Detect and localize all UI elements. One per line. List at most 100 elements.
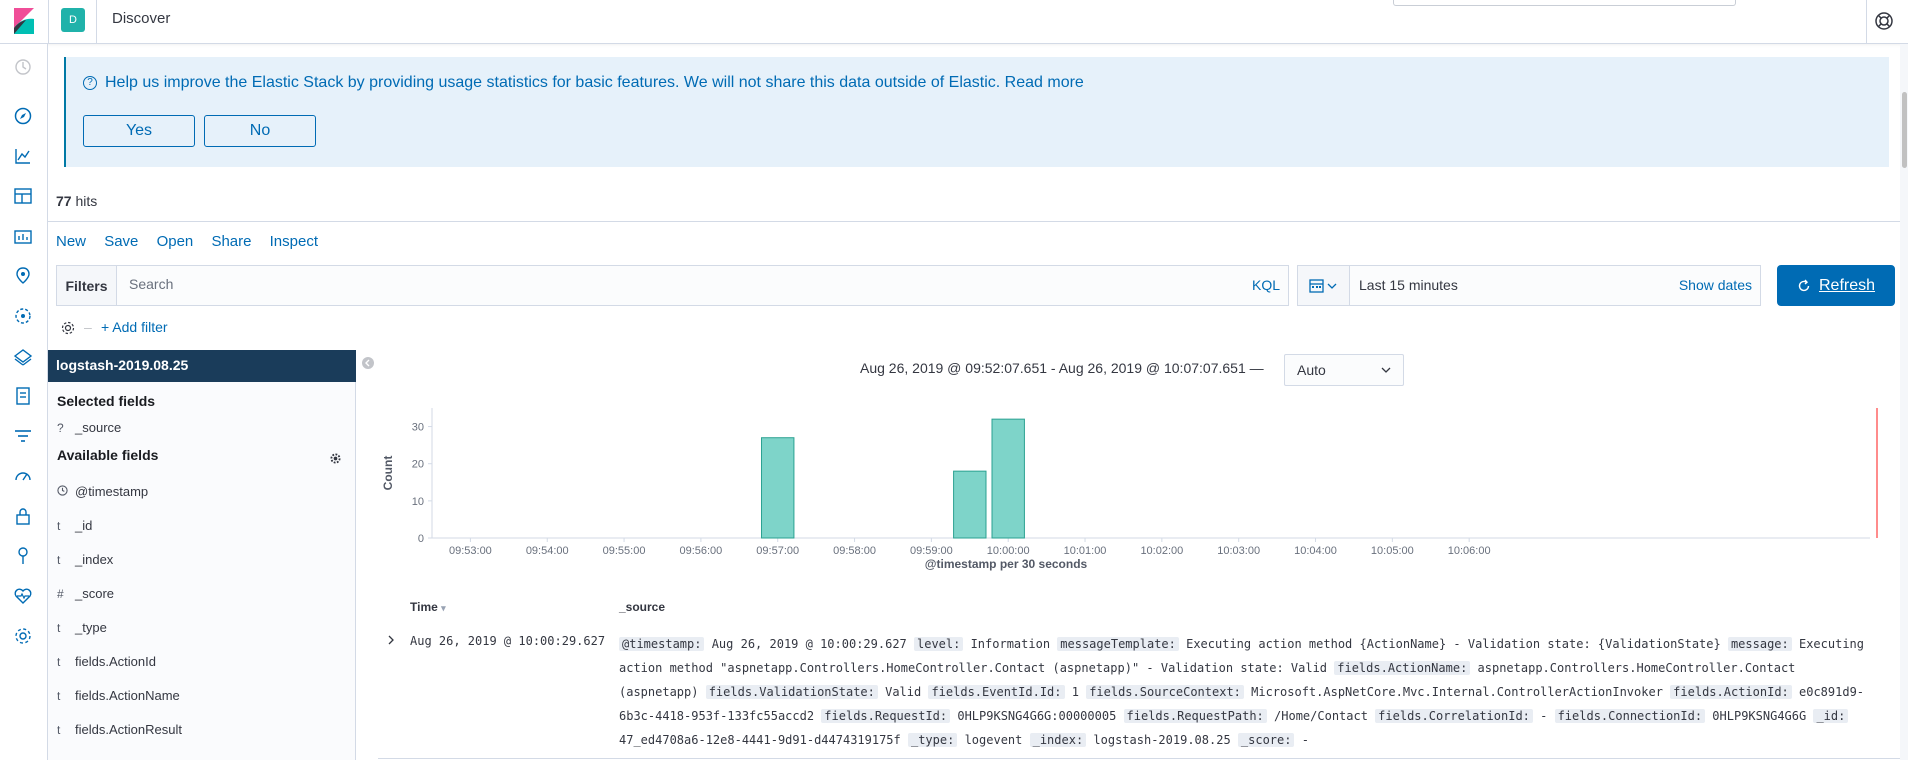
field-item[interactable]: t fields.ActionId: [57, 654, 156, 669]
x-tick-label: 10:03:00: [1217, 545, 1260, 557]
filter-settings-gear-icon[interactable]: [60, 320, 76, 336]
source-key: fields.ActionId:: [1670, 685, 1792, 699]
question-icon: ?: [83, 76, 97, 90]
kibana-logo-icon[interactable]: [12, 8, 36, 34]
space-avatar[interactable]: D: [61, 8, 85, 32]
help-icon[interactable]: [1872, 9, 1896, 33]
x-tick-label: 10:02:00: [1140, 545, 1183, 557]
x-tick-label: 10:05:00: [1371, 545, 1414, 557]
source-key: messageTemplate:: [1057, 637, 1179, 651]
kql-toggle[interactable]: KQL: [1252, 277, 1280, 293]
source-key: _score:: [1237, 733, 1295, 747]
quick-menu-button[interactable]: [1298, 266, 1350, 305]
maps-icon[interactable]: [13, 266, 33, 286]
header-divider: [1866, 0, 1867, 44]
menu-open[interactable]: Open: [157, 233, 194, 250]
source-value: /Home/Contact: [1266, 709, 1376, 723]
scrollbar-thumb[interactable]: [1902, 92, 1907, 168]
source-key: level:: [914, 637, 964, 651]
uptime-icon[interactable]: [13, 466, 33, 486]
source-value: 0HLP9KSNG4G6G:00000005: [950, 709, 1124, 723]
sort-icon[interactable]: ▾: [441, 603, 446, 613]
row-timestamp: Aug 26, 2019 @ 10:00:29.627: [410, 634, 606, 648]
y-tick-label: 10: [412, 496, 424, 508]
x-tick-label: 10:01:00: [1064, 545, 1107, 557]
field-item[interactable]: t fields.ActionName: [57, 688, 180, 703]
query-bar: Filters KQL: [56, 265, 1289, 306]
y-tick-label: 30: [412, 422, 424, 434]
refresh-icon: [1798, 279, 1810, 291]
field-item[interactable]: t _id: [57, 518, 92, 533]
source-value: Microsoft.AspNetCore.Mvc.Internal.Contro…: [1243, 685, 1671, 699]
source-value: logevent: [957, 733, 1030, 747]
field-item[interactable]: ? _source: [57, 420, 121, 435]
visualize-icon[interactable]: [13, 146, 33, 166]
menu-new[interactable]: New: [56, 233, 86, 250]
x-tick-label: 09:57:00: [756, 545, 799, 557]
machine-learning-icon[interactable]: [13, 306, 33, 326]
source-value: Information: [963, 637, 1058, 651]
infrastructure-icon[interactable]: [13, 346, 33, 366]
no-button[interactable]: No: [204, 115, 316, 147]
histogram-bar: [953, 470, 987, 539]
histogram-chart: 0 10 20 30 09:53:00 09:54:00 09:55:00 09:56:00 0…: [381, 408, 1878, 571]
histogram-bar: [761, 437, 795, 539]
field-item[interactable]: @timestamp: [57, 484, 148, 499]
hits-row: 77 hits: [48, 182, 1900, 222]
interval-select[interactable]: Auto: [1284, 354, 1404, 386]
field-item[interactable]: t fields.ActionResult: [57, 722, 182, 737]
field-settings-gear-icon[interactable]: [330, 453, 341, 464]
refresh-button[interactable]: Refresh: [1777, 265, 1895, 306]
field-item[interactable]: # _score: [57, 586, 114, 601]
source-key: fields.ValidationState:: [705, 685, 878, 699]
y-tick-label: 20: [412, 459, 424, 471]
field-item[interactable]: t _index: [57, 552, 113, 567]
yes-button[interactable]: Yes: [83, 115, 195, 147]
menu-save[interactable]: Save: [104, 233, 138, 250]
logs-icon[interactable]: [13, 386, 33, 406]
dev-tools-icon[interactable]: [13, 546, 33, 566]
doc-table-header: Time ▾ _source: [378, 592, 1900, 622]
x-tick-label: 09:59:00: [910, 545, 953, 557]
add-filter-button[interactable]: + Add filter: [101, 319, 168, 335]
column-time[interactable]: Time ▾: [410, 600, 446, 614]
field-item[interactable]: t _type: [57, 620, 107, 635]
row-source: @timestamp: Aug 26, 2019 @ 10:00:29.627 …: [619, 632, 1873, 752]
date-range-label[interactable]: Last 15 minutes: [1359, 277, 1458, 293]
canvas-icon[interactable]: [13, 226, 33, 246]
x-tick-label: 09:56:00: [679, 545, 722, 557]
x-tick-label: 09:58:00: [833, 545, 876, 557]
search-input[interactable]: [129, 276, 1189, 292]
source-value: -: [1294, 733, 1309, 747]
selected-fields-title: Selected fields: [57, 393, 156, 409]
siem-lock-icon[interactable]: [13, 506, 33, 526]
chevron-down-icon: [1381, 367, 1391, 373]
discover-icon[interactable]: [13, 106, 33, 126]
x-tick-label: 10:04:00: [1294, 545, 1337, 557]
menu-inspect[interactable]: Inspect: [270, 233, 318, 250]
filters-label: Filters: [57, 266, 117, 305]
collapse-sidebar-icon[interactable]: [362, 357, 374, 369]
callout-title: ? Help us improve the Elastic Stack by pr…: [83, 74, 1084, 92]
expand-row-icon[interactable]: [386, 634, 396, 646]
histogram-bar: [991, 418, 1025, 539]
source-value: Executing action method {ActionName} - V…: [1178, 637, 1728, 651]
calendar-icon: [1308, 278, 1336, 293]
top-menu: New Save Open Share Inspect: [56, 233, 332, 250]
x-axis-title: @timestamp per 30 seconds: [925, 557, 1088, 571]
x-tick-label: 09:53:00: [449, 545, 492, 557]
management-gear-icon[interactable]: [13, 626, 33, 646]
header-divider: [96, 0, 97, 44]
source-key: fields.RequestPath:: [1123, 709, 1267, 723]
show-dates-link[interactable]: Show dates: [1679, 277, 1752, 293]
page-scrollbar[interactable]: [1900, 44, 1908, 760]
side-nav: [0, 44, 48, 760]
apm-icon[interactable]: [13, 426, 33, 446]
index-pattern-title[interactable]: logstash-2019.08.25: [48, 350, 356, 382]
dashboard-icon[interactable]: [13, 186, 33, 206]
breadcrumb: Discover: [112, 10, 171, 27]
field-sidebar: logstash-2019.08.25 Selected fields ? _so…: [48, 350, 356, 760]
menu-share[interactable]: Share: [211, 233, 251, 250]
recently-viewed-icon[interactable]: [13, 57, 33, 77]
stack-monitoring-icon[interactable]: [13, 586, 33, 606]
